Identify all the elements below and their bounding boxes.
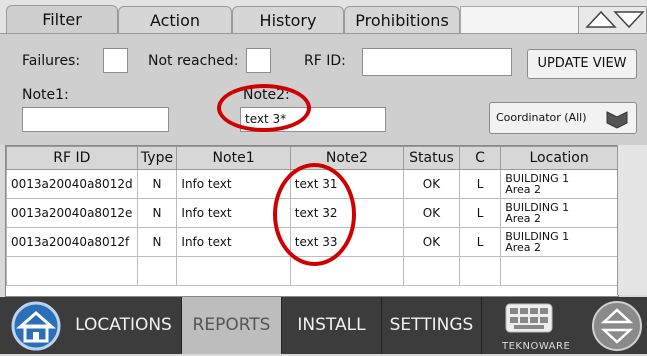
coordinator-select-value: Coordinator (All) <box>496 111 587 124</box>
keyboard-button[interactable]: TEKNOWARE <box>490 300 574 352</box>
brand-logo: TEKNOWARE <box>502 341 571 352</box>
table-row[interactable]: 0013a20040a8012f N Info text text 33 OK … <box>6 227 618 257</box>
tab-filter[interactable]: Filter <box>6 5 118 35</box>
table-row-empty <box>6 256 618 286</box>
bottom-nav: LOCATIONS REPORTS INSTALL SETTINGS TEKNO… <box>0 297 647 354</box>
table-scrollbar[interactable] <box>617 145 647 295</box>
note1-label: Note1: <box>22 87 69 103</box>
cell-note1: Info text <box>176 198 291 228</box>
scroll-updown-button[interactable] <box>590 300 644 352</box>
location-line2: Area 2 <box>505 212 542 225</box>
not-reached-checkbox[interactable] <box>246 48 271 73</box>
cell-note2: text 31 <box>289 169 405 199</box>
table-header-row: RF ID Type Note1 Note2 Status C Location <box>6 146 618 170</box>
location-line2: Area 2 <box>505 183 542 196</box>
update-view-button[interactable]: UPDATE VIEW <box>527 49 637 79</box>
filter-panel: Failures: Not reached: RF ID: UPDATE VIE… <box>0 33 647 145</box>
rfid-label: RF ID: <box>304 53 346 69</box>
col-header-note2[interactable]: Note2 <box>289 146 405 170</box>
coordinator-select[interactable]: Coordinator (All) <box>489 102 637 134</box>
note2-label: Note2: <box>243 87 290 103</box>
note1-input[interactable] <box>22 107 169 132</box>
tab-history[interactable]: History <box>232 6 344 34</box>
cell-status: OK <box>403 169 460 199</box>
note2-input[interactable]: text 3* <box>240 107 386 132</box>
up-down-arrows-icon[interactable] <box>590 300 644 352</box>
cell-note1: Info text <box>176 169 291 199</box>
keyboard-icon[interactable] <box>490 300 574 336</box>
col-header-location[interactable]: Location <box>500 146 618 170</box>
tab-bar: Filter Action History Prohibitions <box>0 0 647 35</box>
cell-rfid: 0013a20040a8012f <box>6 227 138 257</box>
nav-settings[interactable]: SETTINGS <box>382 297 482 354</box>
cell-status: OK <box>403 227 460 257</box>
cell-rfid: 0013a20040a8012e <box>6 198 138 228</box>
failures-label: Failures: <box>22 53 81 69</box>
cell-type: N <box>136 227 178 257</box>
cell-c: L <box>458 198 502 228</box>
dropdown-icon <box>606 111 628 129</box>
cell-c: L <box>458 227 502 257</box>
col-header-type[interactable]: Type <box>136 146 178 170</box>
tab-spacer <box>460 6 580 34</box>
results-table: RF ID Type Note1 Note2 Status C Location… <box>5 145 619 297</box>
cell-status: OK <box>403 198 460 228</box>
nav-install[interactable]: INSTALL <box>282 297 382 354</box>
table-row[interactable]: 0013a20040a8012e N Info text text 32 OK … <box>6 198 618 228</box>
home-icon[interactable] <box>6 301 66 351</box>
cell-type: N <box>136 169 178 199</box>
not-reached-label: Not reached: <box>148 53 239 69</box>
cell-c: L <box>458 169 502 199</box>
table-row[interactable]: 0013a20040a8012d N Info text text 31 OK … <box>6 169 618 199</box>
cell-location: BUILDING 1 Area 2 <box>500 227 618 257</box>
failures-checkbox[interactable] <box>103 48 128 73</box>
col-header-c[interactable]: C <box>458 146 502 170</box>
cell-rfid: 0013a20040a8012d <box>6 169 138 199</box>
cell-type: N <box>136 198 178 228</box>
cell-location: BUILDING 1 Area 2 <box>500 169 618 199</box>
location-line2: Area 2 <box>505 241 542 254</box>
cell-location: BUILDING 1 Area 2 <box>500 198 618 228</box>
col-header-note1[interactable]: Note1 <box>176 146 291 170</box>
tab-prohibitions[interactable]: Prohibitions <box>344 6 460 34</box>
cell-note2: text 32 <box>289 198 405 228</box>
tab-scroll-arrows-icon[interactable] <box>579 7 646 33</box>
nav-locations[interactable]: LOCATIONS <box>66 297 182 354</box>
home-button[interactable] <box>6 301 66 351</box>
col-header-rfid[interactable]: RF ID <box>6 146 138 170</box>
rfid-input[interactable] <box>362 48 512 76</box>
tab-action[interactable]: Action <box>118 6 232 34</box>
col-header-status[interactable]: Status <box>403 146 460 170</box>
cell-note2: text 33 <box>289 227 405 257</box>
cell-note1: Info text <box>176 227 291 257</box>
tab-scroll-buttons[interactable] <box>578 6 647 34</box>
nav-reports[interactable]: REPORTS <box>182 297 282 354</box>
